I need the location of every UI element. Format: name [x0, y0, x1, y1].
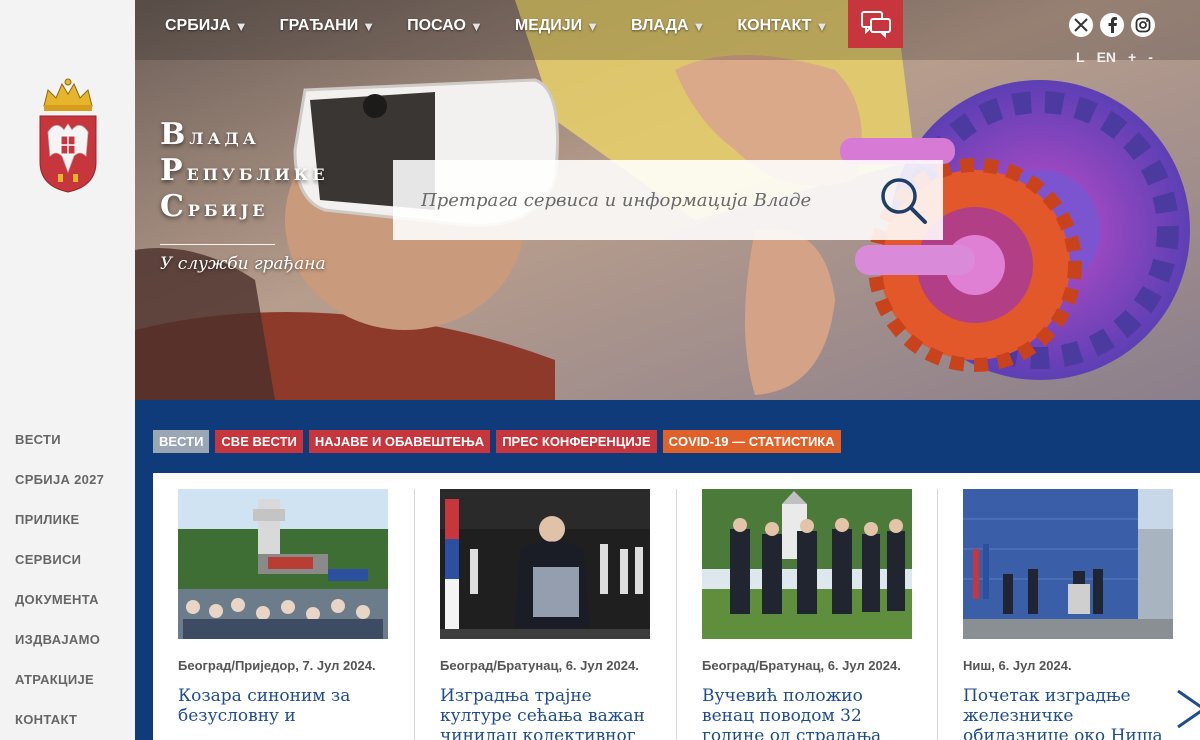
sidebar-nav: ВЕСТИ СРБИЈА 2027 ПРИЛИКЕ СЕРВИСИ ДОКУМЕ… [15, 420, 104, 740]
topnav-label: ПОСАО [407, 17, 466, 34]
sidebar-item-dokumenta[interactable]: ДОКУМЕНТА [15, 580, 104, 620]
card-divider [937, 489, 938, 740]
caret-down-icon: ▼ [470, 18, 483, 34]
news-headline[interactable]: Изградња трајне културе сећања важан чин… [440, 686, 650, 740]
sidebar-item-kontakt[interactable]: КОНТАКТ [15, 700, 104, 740]
topnav-item-vlada[interactable]: ВЛАДА ▼ [631, 17, 705, 35]
topnav-item-kontakt[interactable]: КОНТАКТ ▼ [737, 17, 828, 35]
news-card[interactable]: Београд/Братунац, 6. Јул 2024. Изградња … [440, 489, 650, 740]
title-line: Србије [160, 189, 269, 224]
card-divider [414, 489, 415, 740]
hero-banner: СРБИЈА ▼ ГРАЂАНИ ▼ ПОСАО ▼ МЕДИЈИ ▼ ВЛАДА ▼ К… [135, 0, 1200, 400]
lang-english-link[interactable]: EN [1097, 49, 1116, 65]
zoom-in-button[interactable]: + [1128, 49, 1136, 65]
language-switcher: L EN + - [1076, 49, 1153, 65]
topnav-item-mediji[interactable]: МЕДИЈИ ▼ [515, 17, 599, 35]
search-button[interactable] [863, 160, 943, 240]
site-title[interactable]: Влада Републике Србије [160, 118, 329, 226]
news-carousel: Београд/Приједор, 7. Јул 2024. Козара си… [153, 473, 1200, 740]
top-navigation: СРБИЈА ▼ ГРАЂАНИ ▼ ПОСАО ▼ МЕДИЈИ ▼ ВЛАДА ▼ К… [165, 17, 860, 35]
news-headline[interactable]: Почетак изградње железничке обилазнице о… [963, 686, 1173, 740]
title-line: Републике [160, 153, 329, 188]
sidebar-item-prilike[interactable]: ПРИЛИКЕ [15, 500, 104, 540]
search-bar [393, 160, 943, 240]
news-section: ВЕСТИ СВЕ ВЕСТИ НАЈАВЕ И ОБАВЕШТЕЊА ПРЕС… [135, 400, 1200, 740]
chevron-right-icon [1177, 689, 1200, 729]
tab-pres-konferencije[interactable]: ПРЕС КОНФЕРЕНЦИЈЕ [496, 430, 657, 453]
caret-down-icon: ▼ [692, 18, 706, 34]
topnav-label: КОНТАКТ [737, 17, 812, 34]
news-headline[interactable]: Вучевић положио венац поводом 32 године … [702, 686, 912, 740]
sidebar-item-srbija-2027[interactable]: СРБИЈА 2027 [15, 460, 104, 500]
news-card[interactable]: Београд/Братунац, 6. Јул 2024. Вучевић п… [702, 489, 912, 740]
x-icon[interactable] [1069, 13, 1093, 37]
news-card[interactable]: Ниш, 6. Јул 2024. Почетак изградње желез… [963, 489, 1173, 740]
news-photo-kozara[interactable] [178, 489, 388, 639]
chat-button[interactable] [848, 0, 903, 48]
search-input[interactable] [393, 160, 863, 240]
card-divider [676, 489, 677, 740]
news-photo-nis-railway[interactable] [963, 489, 1173, 639]
topnav-item-posao[interactable]: ПОСАО ▼ [407, 17, 483, 35]
topnav-label: ГРАЂАНИ [279, 17, 359, 34]
facebook-icon[interactable] [1100, 13, 1124, 37]
caret-down-icon: ▼ [815, 18, 829, 34]
sidebar-item-servisi[interactable]: СЕРВИСИ [15, 540, 104, 580]
title-divider [160, 244, 275, 245]
caret-down-icon: ▼ [362, 18, 376, 34]
site-subtitle: У служби грађана [160, 254, 326, 274]
news-tabs: ВЕСТИ СВЕ ВЕСТИ НАЈАВЕ И ОБАВЕШТЕЊА ПРЕС… [153, 430, 841, 453]
tab-najave[interactable]: НАЈАВЕ И ОБАВЕШТЕЊА [308, 430, 491, 453]
caret-down-icon: ▼ [234, 18, 248, 34]
sidebar-item-atrakcije[interactable]: АТРАКЦИЈЕ [15, 660, 104, 700]
tab-sve-vesti[interactable]: СВЕ ВЕСТИ [215, 430, 303, 453]
tab-vesti[interactable]: ВЕСТИ [153, 430, 210, 453]
caret-down-icon: ▼ [586, 18, 600, 34]
topnav-item-gradjani[interactable]: ГРАЂАНИ ▼ [280, 17, 376, 35]
title-line: Влада [160, 117, 260, 152]
search-icon [881, 178, 927, 224]
news-meta: Београд/Приједор, 7. Јул 2024. [178, 658, 376, 673]
news-meta: Београд/Братунац, 6. Јул 2024. [440, 658, 639, 673]
topnav-item-srbija[interactable]: СРБИЈА ▼ [165, 17, 248, 35]
topnav-label: ВЛАДА [631, 17, 689, 34]
tab-covid-statistika[interactable]: COVID-19 — СТАТИСТИКА [662, 430, 841, 453]
instagram-icon[interactable] [1131, 13, 1155, 37]
social-links [1069, 13, 1155, 37]
news-meta: Ниш, 6. Јул 2024. [963, 658, 1072, 673]
sidebar-item-vesti[interactable]: ВЕСТИ [15, 420, 104, 460]
chat-bubbles-icon [860, 11, 891, 39]
topnav-label: МЕДИЈИ [514, 17, 583, 34]
zoom-out-button[interactable]: - [1148, 49, 1153, 65]
lang-latin-link[interactable]: L [1076, 49, 1085, 65]
sidebar-item-izdvajamo[interactable]: ИЗДВАЈАМО [15, 620, 104, 660]
news-meta: Београд/Братунац, 6. Јул 2024. [702, 658, 901, 673]
news-photo-wreath[interactable] [702, 489, 912, 639]
carousel-next-button[interactable] [1162, 679, 1200, 739]
left-sidebar: ВЕСТИ СРБИЈА 2027 ПРИЛИКЕ СЕРВИСИ ДОКУМЕ… [0, 0, 135, 740]
topnav-label: СРБИЈА [165, 17, 231, 34]
news-photo-bratunac-speech[interactable] [440, 489, 650, 639]
news-headline[interactable]: Козара синоним за безусловну и [178, 686, 388, 726]
serbian-coat-of-arms-logo[interactable] [36, 76, 100, 194]
news-card[interactable]: Београд/Приједор, 7. Јул 2024. Козара си… [178, 489, 388, 726]
